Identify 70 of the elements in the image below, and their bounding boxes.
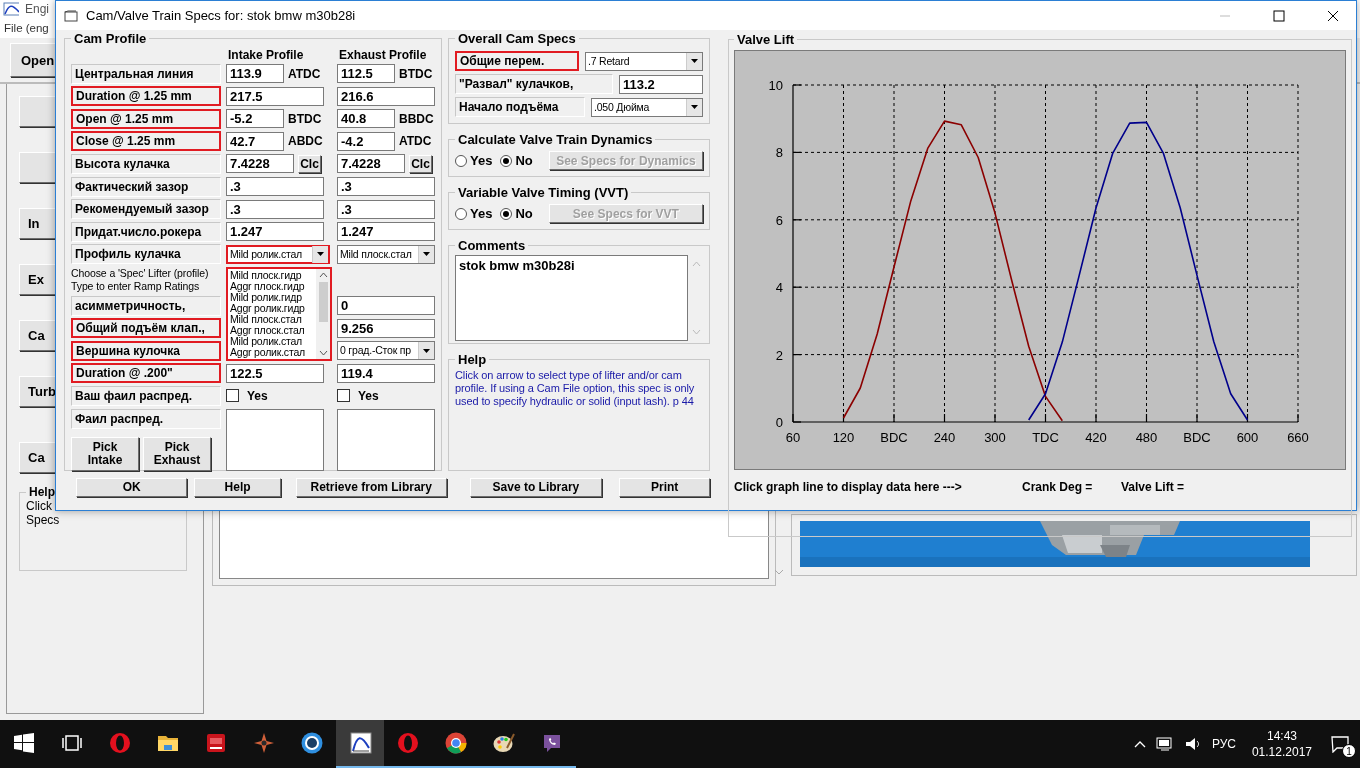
notification-badge: 1 <box>1342 744 1356 758</box>
tick-label: 300 <box>984 430 1006 445</box>
checkbox-label: Yes <box>358 388 379 403</box>
group-title: Help <box>457 352 488 367</box>
field-label: асимметричность, <box>71 295 221 316</box>
unit-label: ATDC <box>288 66 321 81</box>
tick-label: BDC <box>1183 430 1211 445</box>
field-label: Начало подъёма <box>455 97 585 117</box>
status-text: Click graph line to display data here ---> <box>734 480 963 494</box>
tick-label: 660 <box>1287 430 1309 445</box>
group-title: Comments <box>457 238 527 253</box>
field-label: Высота кулачка <box>71 153 221 174</box>
app-title: Engi <box>25 2 50 16</box>
field-label: Open @ 1.25 mm <box>71 108 221 129</box>
field-label: Общий подъём клап., <box>71 318 221 339</box>
group-title: Overall Cam Specs <box>457 31 577 46</box>
help-text: Specs <box>26 513 61 527</box>
unit-label: ABDC <box>288 134 323 149</box>
tick-label: 6 <box>775 212 783 228</box>
tick-label: 8 <box>775 145 783 161</box>
group-title: Calculate Valve Train Dynamics <box>457 132 654 147</box>
unit-label: BTDC <box>399 66 433 81</box>
group-title: Valve Lift <box>736 32 796 47</box>
radio-label: Yes <box>470 206 493 221</box>
clock-time: 14:43 <box>1266 728 1297 744</box>
tick-label: 420 <box>1085 430 1107 445</box>
field-label: Рекомендуемый зазор <box>71 199 221 220</box>
tick-label: 480 <box>1135 430 1158 445</box>
field-label: Фактический зазор <box>71 176 221 197</box>
field-label: Duration @ 1.25 mm <box>71 86 221 107</box>
field-label: Общие перем. <box>455 51 579 71</box>
group-title: Cam Profile <box>73 31 148 46</box>
unit-label: ATDC <box>399 134 432 149</box>
field-label: Ваш фаил распред. <box>71 385 221 406</box>
help-text: Click on arrow to select type of lifter and/or cam profile. If using a Cam File option, this spec is only used to specify hydraulic or solid (input lash). p 44 <box>455 369 696 408</box>
tick-label: 60 <box>785 430 801 445</box>
tick-label: 10 <box>768 78 783 93</box>
field-label: Придат.число.рокера <box>71 221 221 242</box>
hint-text: Type to enter Ramp Ratings <box>71 279 201 293</box>
field-label: Фаил распред. <box>71 408 221 429</box>
field-label: "Развал" кулачков, <box>455 74 613 94</box>
tick-label: 120 <box>832 430 855 445</box>
tick-label: 4 <box>775 280 783 296</box>
radio-label: No <box>515 153 533 168</box>
field-label: Центральная линия <box>71 63 221 84</box>
checkbox-label: Yes <box>247 388 268 403</box>
group-title: Help <box>28 485 56 499</box>
clock-date: 01.12.2017 <box>1251 744 1312 760</box>
status-text: Crank Deg = <box>1022 480 1094 494</box>
tick-label: TDC <box>1032 430 1059 445</box>
tick-label: BDC <box>880 430 908 445</box>
column-header: Exhaust Profile <box>338 47 428 62</box>
help-text: Click <box>26 499 53 513</box>
field-label: Duration @ .200" <box>71 363 221 384</box>
radio-label: No <box>515 206 533 221</box>
field-label: Вершина кулочка <box>71 340 221 361</box>
tick-label: 240 <box>933 430 956 445</box>
tick-label: 600 <box>1236 430 1259 445</box>
field-label: Close @ 1.25 mm <box>71 131 221 152</box>
hint-text: Choose a 'Spec' Lifter (profile) <box>71 266 210 280</box>
field-label: Профиль кулачка <box>71 244 221 265</box>
status-text: Valve Lift = <box>1121 480 1185 494</box>
tick-label: 2 <box>775 347 783 363</box>
unit-label: BTDC <box>288 111 322 126</box>
column-header: Intake Profile <box>227 47 305 62</box>
radio-label: Yes <box>470 153 493 168</box>
group-title: Variable Valve Timing (VVT) <box>457 185 630 200</box>
tick-label: 0 <box>775 415 783 430</box>
unit-label: BBDC <box>399 111 434 126</box>
window-title: Cam/Valve Train Specs for: stok bmw m30b28i <box>86 8 357 23</box>
